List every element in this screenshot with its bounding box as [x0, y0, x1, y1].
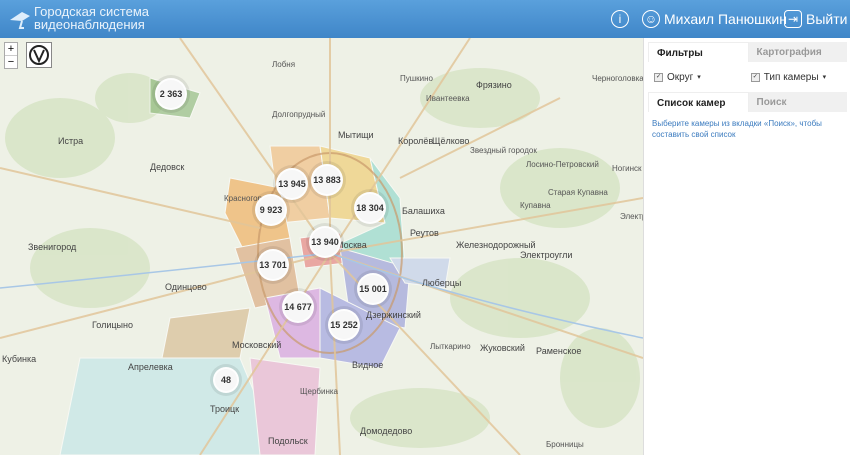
info-button[interactable]: i [611, 8, 629, 30]
map-label: Электроугли [520, 250, 573, 260]
checkbox-icon[interactable]: ✓ [750, 72, 760, 82]
user-name: Михаил Панюшкин [664, 11, 787, 27]
map-label: Люберцы [422, 278, 462, 288]
empty-list-hint: Выберите камеры из вкладки «Поиск», чтоб… [652, 119, 822, 139]
tab-camera-list[interactable]: Список камер [648, 92, 749, 112]
user-button[interactable]: ☺ Михаил Панюшкин [642, 8, 787, 30]
map-label: Черноголовка [592, 74, 643, 83]
app-header: Городская система видеонаблюдения i ☺ Ми… [0, 0, 850, 38]
map-label: Реутов [410, 228, 439, 238]
map-label: Звенигород [28, 242, 77, 252]
camera-cluster[interactable]: 13 945 [276, 168, 308, 200]
logo-icon [10, 12, 30, 29]
map-label: Звездный городок [470, 146, 537, 155]
map-label: Лобня [272, 60, 296, 69]
compass-icon [29, 45, 49, 65]
map-label: Голицыно [92, 320, 133, 330]
camera-cluster[interactable]: 13 883 [311, 164, 343, 196]
map-label: Старая Купавна [548, 188, 608, 197]
map-label: Купавна [520, 201, 551, 210]
filter-label: Округ [667, 71, 694, 83]
camera-cluster[interactable]: 15 252 [328, 309, 360, 341]
map-label: Пушкино [400, 74, 434, 83]
app-title-line2: видеонаблюдения [34, 17, 145, 32]
checkbox-icon[interactable]: ✓ [654, 72, 663, 82]
map-label: Одинцово [165, 282, 207, 292]
map-label: Балашиха [402, 206, 445, 216]
map-label: Раменское [536, 346, 582, 356]
map-label: Ногинск [612, 164, 642, 173]
map-label: Бронницы [546, 440, 584, 449]
logout-label: Выйти [806, 11, 848, 27]
zoom-out-button[interactable]: − [5, 56, 17, 68]
map-label: Лосино-Петровский [526, 160, 599, 169]
map-label: Троицк [210, 404, 240, 414]
map-label: Фрязино [476, 80, 512, 90]
filter-district[interactable]: ✓ Округ ▾ [654, 72, 701, 83]
camera-cluster[interactable]: 13 701 [257, 249, 289, 281]
filters-row: ✓ Округ ▾ ✓ Тип камеры ▾ [644, 62, 850, 92]
tab-cartography[interactable]: Картография [748, 42, 847, 62]
zoom-in-button[interactable]: + [5, 43, 17, 56]
map-label: Истра [58, 136, 84, 146]
map-label: Жуковский [480, 343, 525, 353]
map-label: Домодедово [360, 426, 413, 436]
map-label: Электросталь [620, 212, 643, 221]
map-label: Апрелевка [128, 362, 173, 372]
side-panel: Фильтры Картография ✓ Округ ▾ ✓ Тип каме… [643, 38, 850, 455]
map-label: Видное [352, 360, 384, 370]
filter-camera-type[interactable]: ✓ Тип камеры ▾ [750, 71, 827, 83]
map-label: Дедовск [150, 162, 185, 172]
user-icon: ☺ [642, 10, 660, 28]
map-label: Железнодорожный [456, 240, 536, 250]
map-label: Московский [232, 340, 282, 350]
camera-cluster[interactable]: 18 304 [354, 192, 386, 224]
map-label: Королёв [398, 136, 434, 146]
camera-cluster[interactable]: 9 923 [255, 194, 287, 226]
panel-tabs: Фильтры Картография [648, 42, 847, 62]
camera-cluster[interactable]: 14 677 [282, 291, 314, 323]
tab-filters[interactable]: Фильтры [648, 42, 749, 62]
chevron-down-icon: ▾ [697, 74, 701, 81]
logout-button[interactable]: ⇥ Выйти [784, 8, 847, 30]
camera-cluster[interactable]: 48 [213, 367, 239, 393]
panel-subtabs: Список камер Поиск [648, 92, 847, 112]
zoom-control: + − [4, 42, 18, 69]
camera-cluster[interactable]: 13 940 [309, 226, 341, 258]
map-label: Щербинка [300, 387, 338, 396]
logout-icon: ⇥ [784, 10, 802, 28]
map-label: Щёлково [432, 136, 470, 146]
map-label: Мытищи [338, 130, 374, 140]
app-title: Городская система видеонаблюдения [34, 5, 149, 31]
compass-button[interactable] [26, 42, 52, 68]
map-label: Ивантеевка [426, 94, 470, 103]
map-label: Подольск [268, 436, 308, 446]
city-map[interactable]: + − Пушкино Королёв Мытищи Балашиха Реут… [0, 38, 643, 455]
map-label: Дзержинский [366, 310, 421, 320]
filter-label: Тип камеры [763, 71, 819, 83]
tab-search[interactable]: Поиск [748, 92, 847, 112]
map-label: Долгопрудный [272, 110, 326, 119]
camera-cluster[interactable]: 2 363 [155, 78, 187, 110]
map-label: Кубинка [2, 354, 37, 364]
info-icon: i [611, 10, 629, 28]
chevron-down-icon: ▾ [822, 74, 827, 81]
camera-cluster[interactable]: 15 001 [357, 273, 389, 305]
map-label: Лыткарино [430, 342, 471, 351]
